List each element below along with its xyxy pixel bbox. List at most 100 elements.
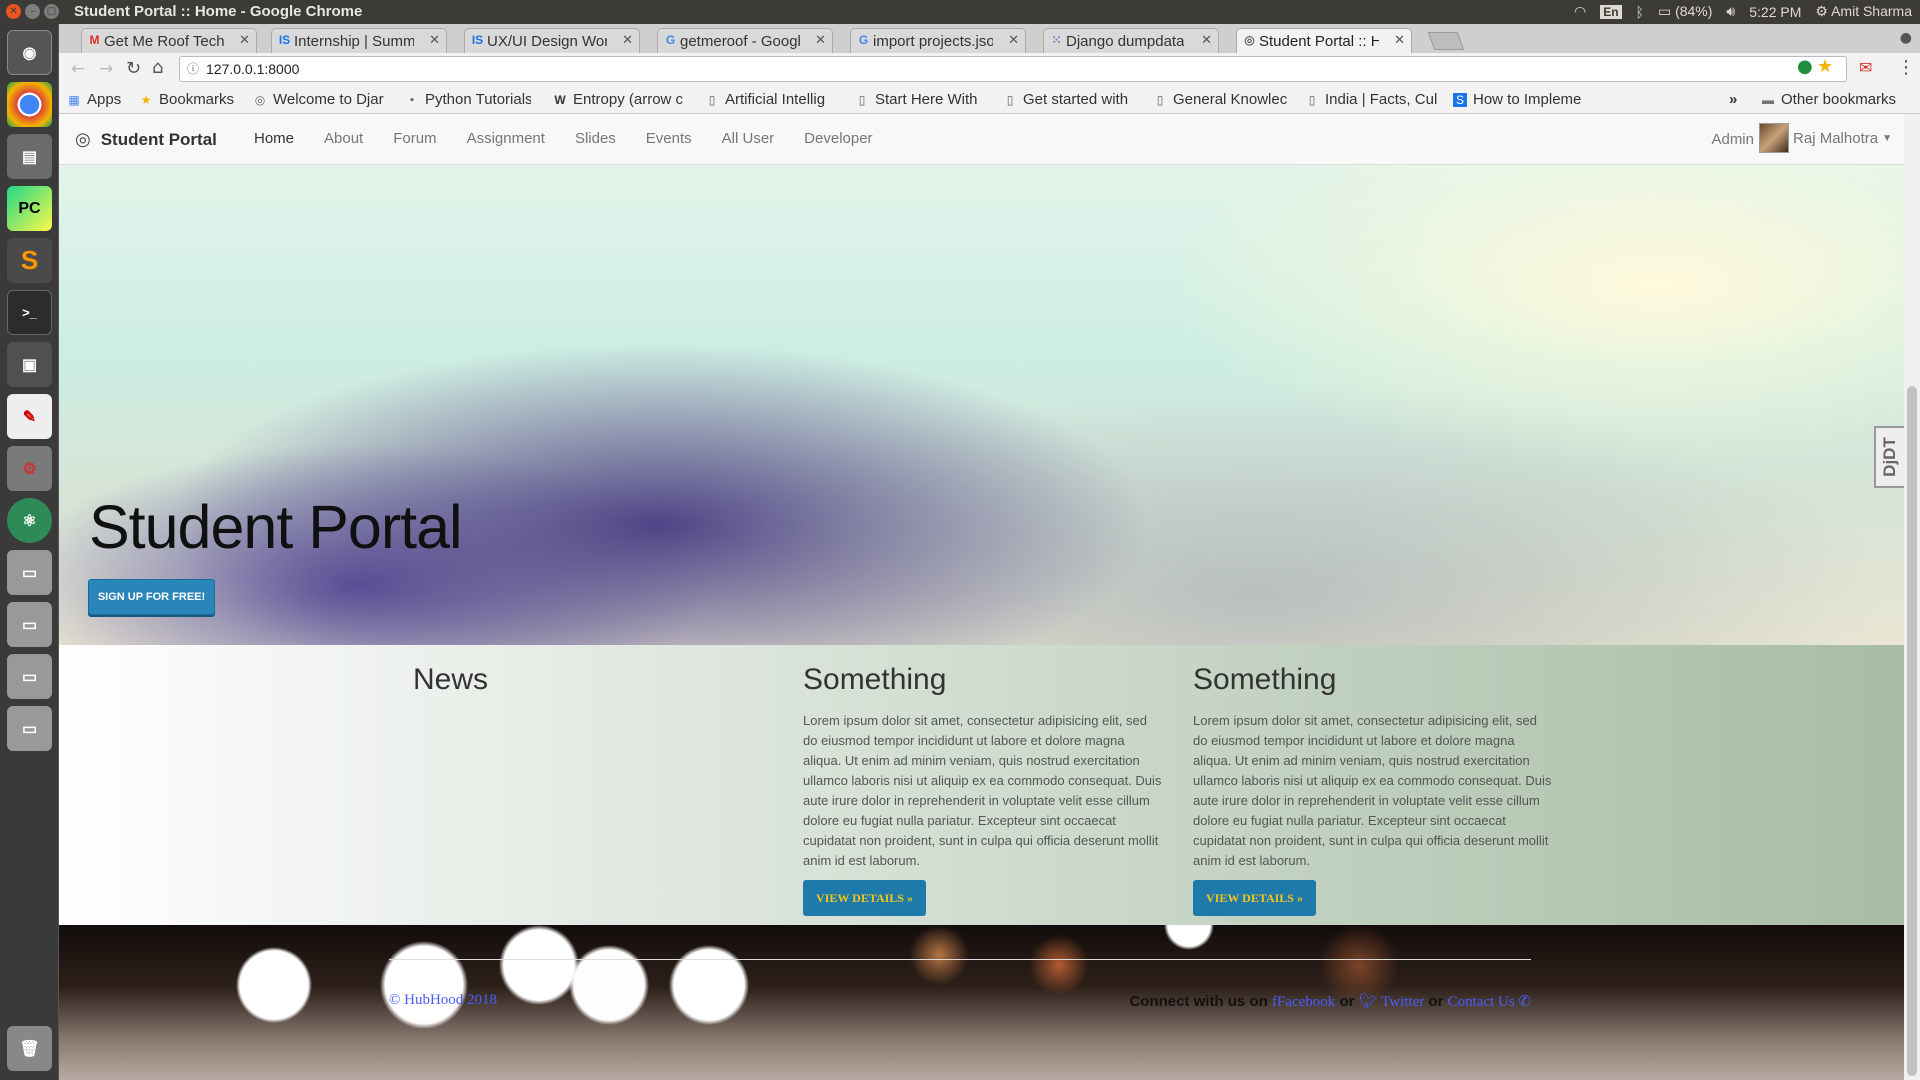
user-menu[interactable]: ⚙ Amit Sharma	[1815, 3, 1912, 20]
google-icon: G	[665, 33, 676, 47]
bookmarks-overflow-button[interactable]: »	[1729, 91, 1743, 108]
os-user-name: Amit Sharma	[1831, 3, 1912, 19]
facebook-link[interactable]: fFacebook	[1272, 994, 1335, 1010]
bookmark-get-started[interactable]: ▯ Get started with	[1003, 91, 1139, 108]
info-icon[interactable]: ⓘ	[187, 57, 199, 81]
close-icon[interactable]: ✕	[239, 32, 250, 48]
minimize-window-button[interactable]: –	[25, 4, 40, 19]
connect-links: Connect with us on fFacebook or 🐦︎ Twitt…	[1129, 992, 1531, 1011]
reload-icon[interactable]: ↻	[126, 58, 141, 79]
contact-link[interactable]: Contact Us ✆	[1448, 994, 1531, 1010]
bookmark-entropy[interactable]: W Entropy (arrow c	[553, 91, 685, 108]
atom-icon[interactable]: ⚛	[7, 498, 52, 543]
dash-icon[interactable]: ◉	[7, 30, 52, 75]
nav-events[interactable]: Events	[631, 130, 707, 147]
volume-icon[interactable]: 🔊︎	[1726, 3, 1735, 20]
tab-gmail[interactable]: M Get Me Roof Tech A ✕	[81, 28, 257, 53]
nav-about[interactable]: About	[309, 130, 378, 147]
drive-icon[interactable]: ▭	[7, 550, 52, 595]
view-details-button[interactable]: VIEW DETAILS »	[1193, 880, 1316, 916]
django-debug-toolbar-handle[interactable]: DjDT	[1874, 426, 1904, 488]
tab-uxui[interactable]: IS UX/UI Design Work ✕	[464, 28, 640, 53]
close-icon[interactable]: ✕	[815, 32, 826, 48]
internshala-icon: IS	[471, 33, 484, 47]
star-icon[interactable]: ★	[1817, 56, 1833, 77]
page-scrollbar[interactable]	[1904, 114, 1920, 1080]
files-icon[interactable]: ▤	[7, 134, 52, 179]
scrollbar-thumb[interactable]	[1907, 386, 1917, 1076]
nav-slides[interactable]: Slides	[560, 130, 631, 147]
tab-import[interactable]: Gimport projects.jso ✕	[850, 28, 1026, 53]
view-details-button[interactable]: VIEW DETAILS »	[803, 880, 926, 916]
bookmark-bookmarks[interactable]: ★ Bookmarks	[139, 91, 259, 108]
grammarly-icon[interactable]: ●	[1797, 56, 1813, 77]
bookmark-general-knowledge[interactable]: ▯ General Knowlec	[1153, 91, 1291, 108]
bookmark-india[interactable]: ▯ India | Facts, Cul	[1305, 91, 1439, 108]
clock[interactable]: 5:22 PM	[1749, 4, 1801, 20]
maximize-window-button[interactable]: □	[44, 4, 59, 19]
wifi-icon[interactable]: ◠	[1574, 3, 1586, 20]
close-icon[interactable]: ✕	[1394, 32, 1405, 48]
phone-icon: ✆	[1518, 994, 1531, 1010]
home-icon[interactable]: ⌂	[152, 57, 163, 78]
nav-assignment[interactable]: Assignment	[452, 130, 560, 147]
bookmark-label: Welcome to Djar	[273, 91, 384, 108]
close-icon[interactable]: ✕	[1201, 32, 1212, 48]
bookmark-label: How to Impleme	[1473, 91, 1582, 108]
bookmark-ai[interactable]: ▯ Artificial Intellig	[705, 91, 839, 108]
bookmark-python[interactable]: ⬩ Python Tutorials	[405, 91, 531, 108]
signup-button[interactable]: SIGN UP FOR FREE!	[88, 579, 215, 615]
drive-icon[interactable]: ▭	[7, 706, 52, 751]
tab-getmeroof[interactable]: Ggetmeroof - Google ✕	[657, 28, 833, 53]
site-brand[interactable]: ◎ Student Portal	[75, 129, 217, 150]
bookmark-start-here[interactable]: ▯ Start Here With	[855, 91, 989, 108]
tab-django[interactable]: ⁙ Django dumpdata ✕	[1043, 28, 1219, 53]
tab-label: Student Portal :: Hc	[1259, 32, 1379, 50]
nav-developer[interactable]: Developer	[789, 130, 887, 147]
bookmark-how-to[interactable]: S How to Impleme	[1453, 91, 1593, 108]
sublime-icon[interactable]: S	[7, 238, 52, 283]
address-bar[interactable]: ⓘ 127.0.0.1:8000	[179, 56, 1847, 82]
bookmark-django[interactable]: ◎ Welcome to Djar	[253, 91, 393, 108]
logo-icon: ◎	[75, 129, 91, 149]
back-icon[interactable]: ←	[71, 59, 85, 79]
pycharm-icon[interactable]: PC	[7, 186, 52, 231]
content-section: News Something Lorem ipsum dolor sit ame…	[59, 645, 1904, 925]
browser-window: MGet Me Roof Tech A✕ ISInternship | Summ…	[59, 24, 1920, 1080]
user-dropdown[interactable]: Raj Malhotra ▼	[1759, 123, 1892, 153]
tab-label: import projects.jso	[873, 32, 993, 50]
s-icon: S	[1453, 92, 1467, 107]
menu-icon[interactable]: ⋮	[1897, 57, 1915, 78]
settings-icon[interactable]: ⚙	[7, 446, 52, 491]
profile-icon[interactable]: ●	[1900, 30, 1912, 46]
terminal-icon[interactable]: >_	[7, 290, 52, 335]
other-bookmarks[interactable]: ▬ Other bookmarks	[1761, 91, 1917, 108]
close-icon[interactable]: ✕	[429, 32, 440, 48]
site-footer: © HubHood 2018 Connect with us on fFaceb…	[59, 925, 1904, 1080]
nav-forum[interactable]: Forum	[378, 130, 451, 147]
nav-home[interactable]: Home	[239, 130, 309, 147]
drive-icon[interactable]: ▭	[7, 654, 52, 699]
battery-indicator[interactable]: ▭ (84%)	[1658, 3, 1712, 20]
trash-icon[interactable]: 🗑︎	[7, 1026, 52, 1071]
gmail-checker-icon[interactable]: ✉	[1859, 58, 1872, 77]
bookmark-label: Get started with	[1023, 91, 1129, 108]
new-tab-button[interactable]	[1427, 32, 1465, 50]
close-icon[interactable]: ✕	[622, 32, 633, 48]
nav-admin[interactable]: Admin	[1711, 131, 1754, 148]
close-icon[interactable]: ✕	[1008, 32, 1019, 48]
text-editor-icon[interactable]: ✎	[7, 394, 52, 439]
forward-icon[interactable]: →	[99, 59, 113, 79]
drive-icon[interactable]: ▭	[7, 602, 52, 647]
twitter-link[interactable]: 🐦︎ Twitter	[1359, 994, 1425, 1010]
tab-student-portal[interactable]: ◎ Student Portal :: Hc ✕	[1236, 28, 1412, 53]
tab-internship[interactable]: IS Internship | Summe ✕	[271, 28, 447, 53]
chrome-icon[interactable]	[7, 82, 52, 127]
nav-all-user[interactable]: All User	[707, 130, 790, 147]
close-window-button[interactable]: ✕	[6, 4, 21, 19]
hero-banner: Student Portal SIGN UP FOR FREE!	[59, 165, 1904, 645]
twitter-label: Twitter	[1381, 994, 1425, 1010]
window-icon[interactable]: ▣	[7, 342, 52, 387]
keyboard-layout[interactable]: En	[1600, 4, 1622, 19]
bluetooth-icon[interactable]: ᛒ	[1636, 4, 1644, 20]
